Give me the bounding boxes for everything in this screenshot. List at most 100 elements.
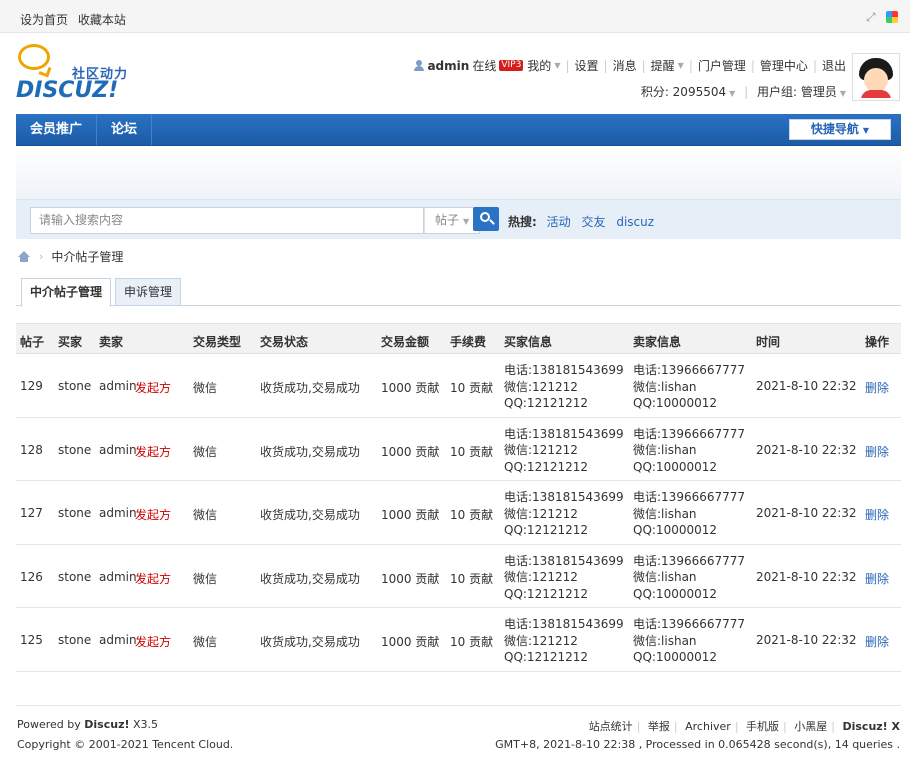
quick-nav-label: 快捷导航 [810, 122, 859, 136]
menu-messages[interactable]: 消息 [613, 57, 637, 74]
buyer-name[interactable]: stone [58, 443, 91, 457]
col-seller: 卖家 [99, 335, 124, 349]
trade-fee: 10 贡献 [450, 508, 494, 523]
footer-brand[interactable]: Discuz! X [842, 720, 900, 733]
footer-link-report[interactable]: 举报 [648, 720, 670, 733]
delete-button[interactable]: 删除 [865, 443, 889, 460]
buyer-name[interactable]: stone [58, 570, 91, 584]
trade-fee: 10 贡献 [450, 571, 494, 586]
footer-divider [16, 705, 901, 706]
tab-bar: 中介帖子管理 申诉管理 [16, 278, 901, 307]
menu-my[interactable]: 我的 [527, 57, 551, 74]
copyright: Copyright © 2001-2021 Tencent Cloud. [17, 738, 234, 751]
footer-stats: GMT+8, 2021-8-10 22:38 , Processed in 0.… [495, 738, 900, 751]
initiator-tag: 发起方 [135, 381, 172, 395]
powered-brand-link[interactable]: Discuz! [84, 718, 129, 731]
search-input[interactable]: 请输入搜索内容 [30, 207, 424, 234]
expand-icon[interactable]: ⤢ [866, 11, 878, 23]
user-stats: 积分: 2095504 ▼ | 用户组: 管理员 ▼ [641, 83, 846, 100]
nav-item-forum[interactable]: 论坛 [97, 114, 153, 145]
buyer-name[interactable]: stone [58, 506, 91, 520]
search-button[interactable] [473, 207, 499, 231]
footer-link-archiver[interactable]: Archiver [685, 720, 731, 733]
hot-keyword[interactable]: 活动 [547, 215, 571, 229]
delete-button[interactable]: 删除 [865, 570, 889, 587]
top-links: 设为首页 收藏本站 [20, 11, 132, 28]
trade-type: 微信 [193, 635, 218, 650]
initiator-tag: 发起方 [135, 635, 172, 650]
delete-button[interactable]: 删除 [865, 379, 889, 396]
theme-color-icon[interactable] [886, 11, 898, 23]
trade-type: 微信 [193, 444, 218, 459]
powered-version: X3.5 [133, 718, 159, 731]
footer-link-mobile[interactable]: 手机版 [746, 720, 779, 733]
menu-admin-center[interactable]: 管理中心 [760, 57, 808, 74]
trade-amount: 1000 贡献 [381, 571, 440, 586]
vip-badge: VIP3 [499, 60, 524, 71]
menu-reminders[interactable]: 提醒 [651, 57, 675, 74]
powered-prefix: Powered by [17, 718, 81, 731]
user-icon [414, 60, 425, 71]
points-link[interactable]: 积分: 2095504 [641, 85, 726, 99]
post-id: 125 [20, 633, 43, 648]
seller-name[interactable]: admin [99, 633, 137, 647]
col-trade-status: 交易状态 [260, 335, 309, 349]
menu-settings[interactable]: 设置 [575, 57, 599, 74]
nav-item-member-promo[interactable]: 会员推广 [16, 114, 98, 145]
footer-link-blacklist[interactable]: 小黑屋 [794, 720, 827, 733]
footer-link-stats[interactable]: 站点统计 [589, 720, 633, 733]
tab-agent-posts[interactable]: 中介帖子管理 [21, 278, 112, 307]
tab-appeals[interactable]: 申诉管理 [115, 278, 182, 306]
trade-amount: 1000 贡献 [381, 508, 440, 523]
chevron-down-icon: ▼ [839, 89, 846, 98]
table-header: 帖子 买家 卖家 交易类型 交易状态 交易金额 手续费 买家信息 卖家信息 时间… [16, 323, 901, 354]
chevron-down-icon: ▼ [463, 217, 470, 226]
chevron-down-icon: ▼ [677, 61, 684, 70]
search-type-select[interactable]: 帖子 ▼ [424, 207, 480, 234]
buyer-info: 电话:138181543699 微信:121212 QQ:12121212 [504, 553, 624, 601]
table-row: 125 stone admin 发起方 微信 收货成功,交易成功 1000 贡献… [16, 608, 901, 672]
seller-name[interactable]: admin [99, 443, 137, 457]
breadcrumb: › 中介帖子管理 [17, 248, 123, 265]
quick-nav-button[interactable]: 快捷导航 ▼ [789, 119, 891, 140]
seller-info: 电话:13966667777 微信:lishan QQ:10000012 [633, 426, 746, 474]
home-icon[interactable] [17, 250, 31, 263]
divider: | [744, 85, 749, 99]
main-nav: 会员推广 论坛 快捷导航 ▼ [16, 114, 901, 146]
trade-time: 2021-8-10 22:32 [756, 442, 857, 457]
set-home-link[interactable]: 设为首页 [20, 13, 68, 27]
divider: | [750, 58, 755, 73]
search-bar: 请输入搜索内容 帖子 ▼ 热搜: 活动 交友 discuz [16, 199, 901, 239]
col-trade-type: 交易类型 [193, 335, 242, 349]
site-logo[interactable]: 社区动力 DISCUZ! [16, 42, 146, 104]
menu-logout[interactable]: 退出 [822, 57, 846, 74]
divider: | [565, 58, 570, 73]
delete-button[interactable]: 删除 [865, 633, 889, 650]
seller-name[interactable]: admin [99, 570, 137, 584]
buyer-info: 电话:138181543699 微信:121212 QQ:12121212 [504, 426, 624, 474]
seller-name[interactable]: admin [99, 506, 137, 520]
menu-portal-admin[interactable]: 门户管理 [698, 57, 746, 74]
hot-keyword[interactable]: discuz [616, 215, 654, 229]
bookmark-link[interactable]: 收藏本站 [78, 13, 126, 27]
user-group-link[interactable]: 用户组: 管理员 [757, 85, 837, 99]
avatar[interactable] [852, 53, 900, 101]
user-nav: admin 在线 VIP3 我的 ▼ | 设置 | 消息 | 提醒 ▼ | 门户管理… [414, 57, 846, 74]
trade-status: 收货成功,交易成功 [260, 508, 360, 523]
hot-keyword[interactable]: 交友 [581, 215, 605, 229]
seller-info: 电话:13966667777 微信:lishan QQ:10000012 [633, 490, 746, 538]
table-row: 129 stone admin 发起方 微信 收货成功,交易成功 1000 贡献… [16, 354, 901, 418]
trade-status: 收货成功,交易成功 [260, 444, 360, 459]
username-link[interactable]: admin [427, 59, 469, 73]
logo-en-text: DISCUZ! [16, 78, 119, 103]
delete-button[interactable]: 删除 [865, 506, 889, 523]
buyer-info: 电话:138181543699 微信:121212 QQ:12121212 [504, 490, 624, 538]
trade-amount: 1000 贡献 [381, 444, 440, 459]
post-id: 129 [20, 379, 43, 393]
buyer-name[interactable]: stone [58, 633, 91, 647]
initiator-tag: 发起方 [135, 508, 172, 523]
seller-info: 电话:13966667777 微信:lishan QQ:10000012 [633, 363, 746, 410]
seller-name[interactable]: admin [99, 379, 137, 393]
breadcrumb-separator: › [39, 250, 44, 263]
buyer-name[interactable]: stone [58, 379, 91, 393]
